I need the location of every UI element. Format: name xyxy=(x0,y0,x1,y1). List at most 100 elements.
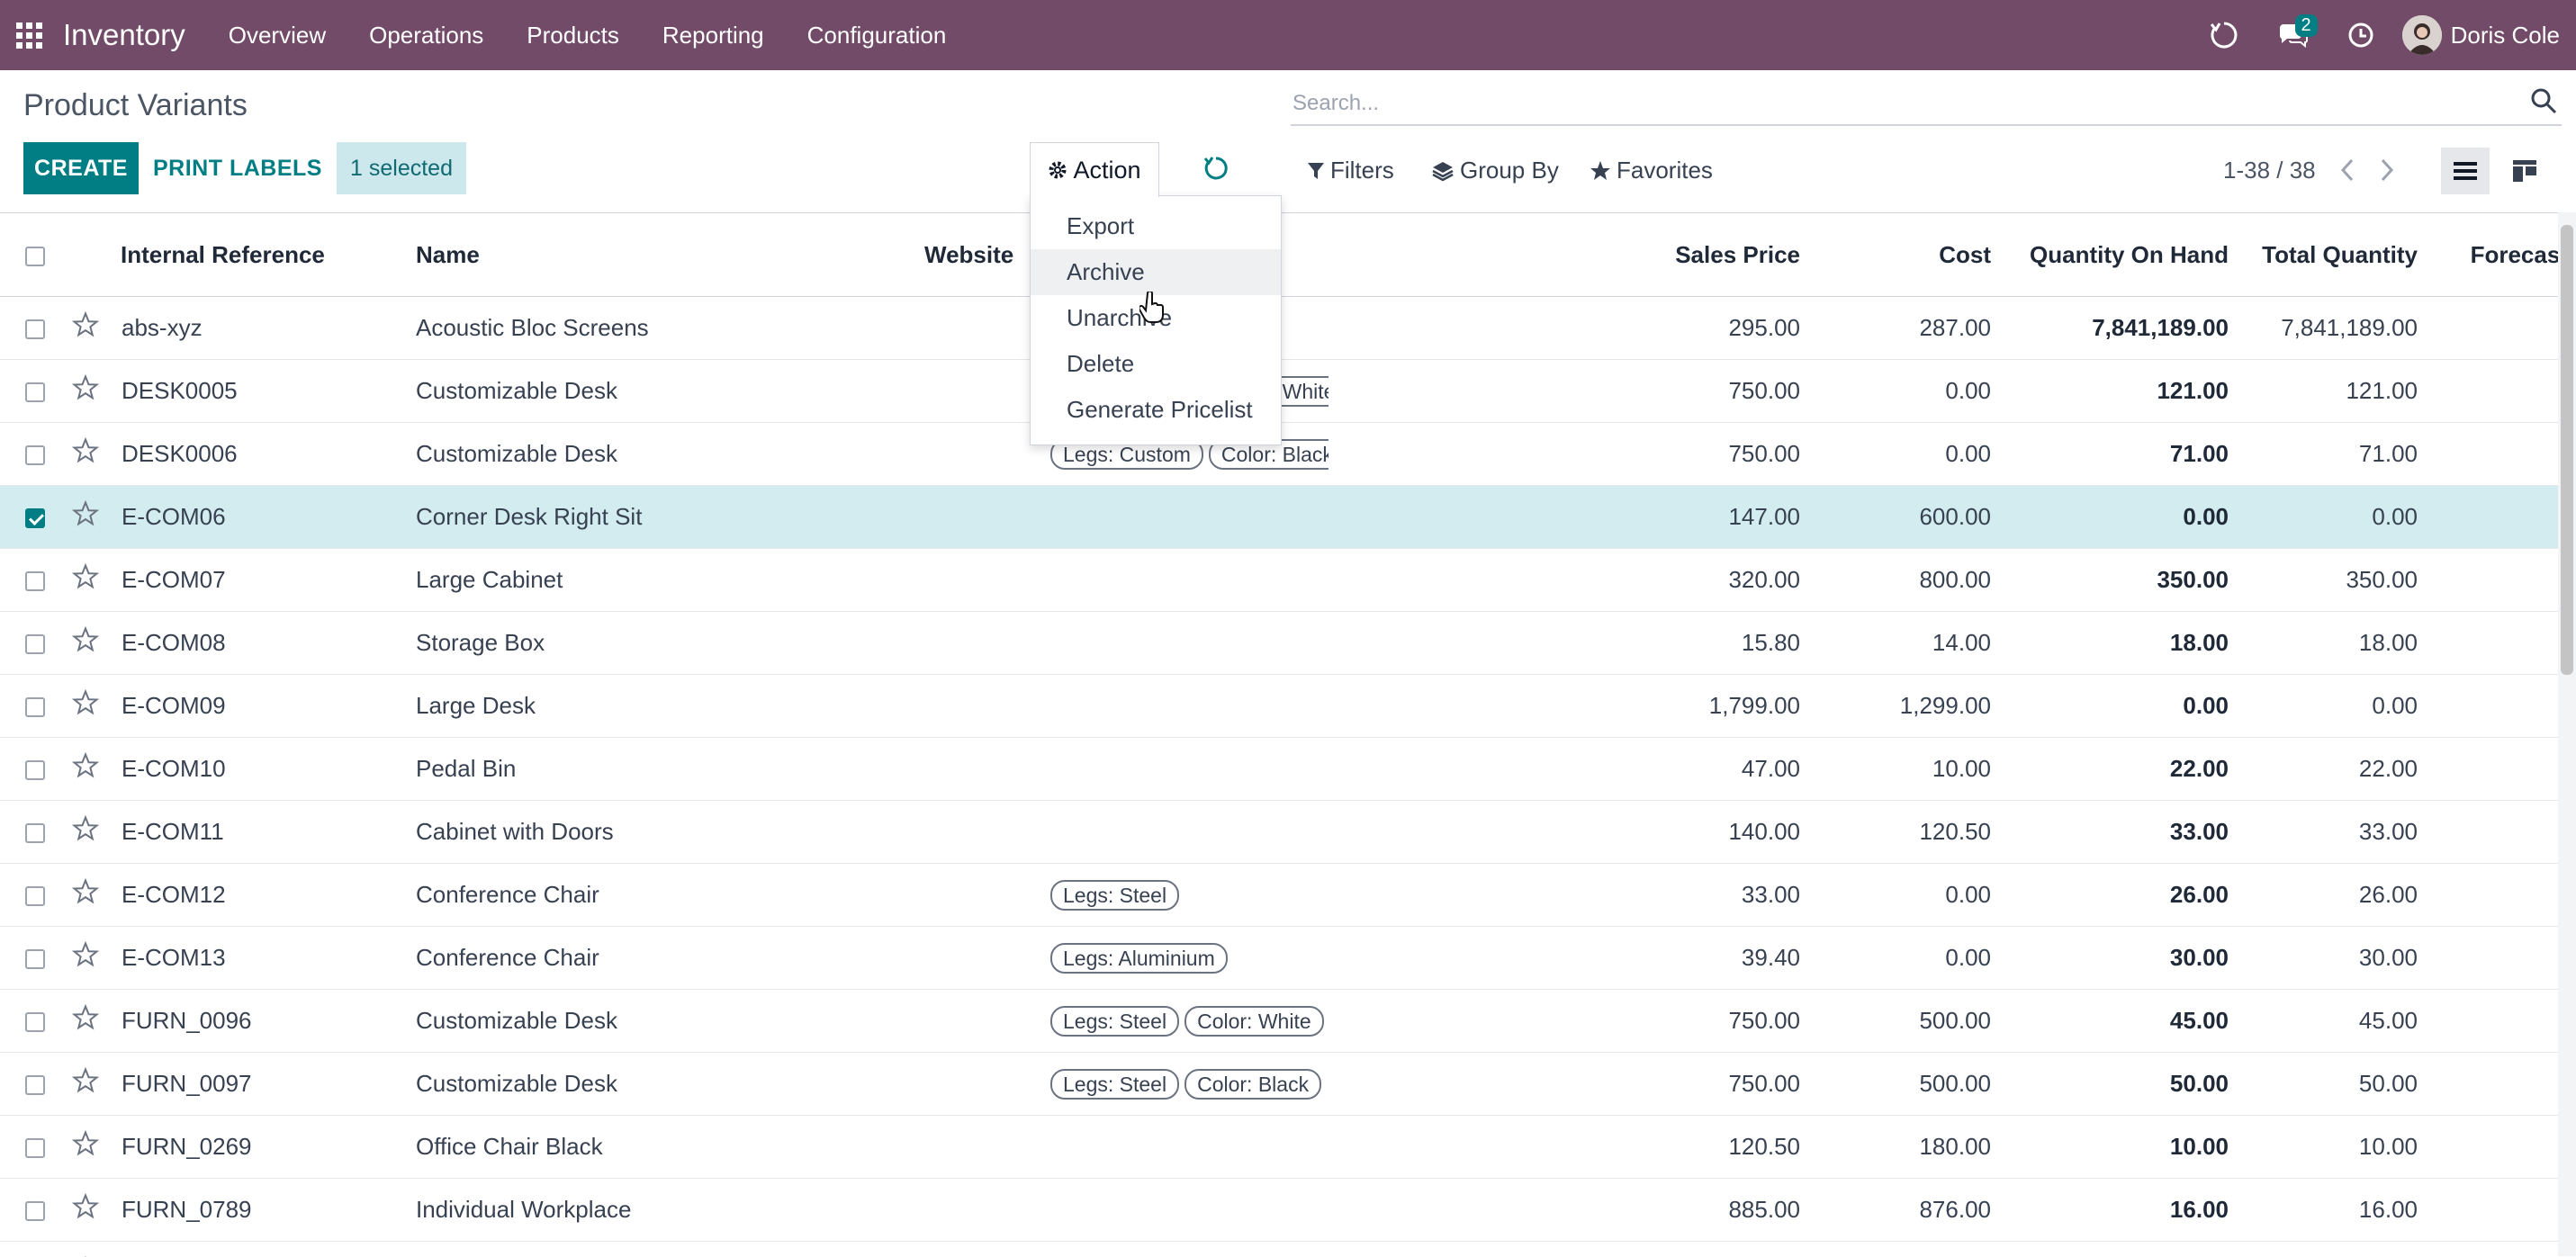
menu-overview[interactable]: Overview xyxy=(207,0,347,70)
cell-website xyxy=(923,801,1049,864)
favorite-toggle[interactable] xyxy=(58,297,121,360)
row-checkbox[interactable] xyxy=(25,697,45,717)
top-navbar: Inventory Overview Operations Products R… xyxy=(0,0,2576,70)
filters-button[interactable]: Filters xyxy=(1307,157,1394,184)
cell-qty-on-hand: 7,841,189.00 xyxy=(2007,297,2245,360)
create-button[interactable]: CREATE xyxy=(23,142,139,194)
kanban-view-button[interactable] xyxy=(2500,148,2549,194)
chevron-left-icon[interactable] xyxy=(2338,157,2356,188)
row-checkbox[interactable] xyxy=(25,1201,45,1221)
cell-sales-price: 750.00 xyxy=(1329,990,1816,1053)
cell-name: Pedal Bin xyxy=(407,738,923,801)
refresh-sync-icon[interactable] xyxy=(2190,0,2258,70)
row-checkbox[interactable] xyxy=(25,445,45,465)
cell-forecasted-qty: 30.00 xyxy=(2434,927,2558,990)
menu-operations[interactable]: Operations xyxy=(347,0,505,70)
cell-total-qty: 71.00 xyxy=(2245,423,2434,486)
search-icon[interactable] xyxy=(2529,86,2558,120)
row-checkbox[interactable] xyxy=(25,1012,45,1032)
cell-forecasted-qty: 26.00 xyxy=(2434,864,2558,927)
favorites-button[interactable]: Favorites xyxy=(1590,157,1713,184)
search-input[interactable] xyxy=(1291,83,2500,124)
table-row[interactable]: E-COM13Conference ChairLegs: Aluminium39… xyxy=(0,927,2558,990)
pager-value[interactable]: 1-38 / 38 xyxy=(2223,157,2316,184)
table-row[interactable]: E-COM08Storage Box15.8014.0018.0018.0018… xyxy=(0,612,2558,675)
cell-total-qty: 22.00 xyxy=(2245,738,2434,801)
groupby-button[interactable]: Group By xyxy=(1431,157,1559,184)
cell-qty-on-hand: 71.00 xyxy=(2007,423,2245,486)
cell-name: Cabinet with Doors xyxy=(407,801,923,864)
table-row[interactable]: FURN_0096Customizable DeskLegs: SteelCol… xyxy=(0,990,2558,1053)
row-checkbox[interactable] xyxy=(25,571,45,591)
chevron-right-icon[interactable] xyxy=(2378,157,2396,188)
table-row[interactable]: E-COM09Large Desk1,799.001,299.000.000.0… xyxy=(0,675,2558,738)
favorite-toggle[interactable] xyxy=(58,486,121,549)
table-row[interactable]: E-COM07Large Cabinet320.00800.00350.0035… xyxy=(0,549,2558,612)
select-all-checkbox[interactable] xyxy=(25,247,45,266)
header-name[interactable]: Name xyxy=(407,213,923,297)
cell-website xyxy=(923,1179,1049,1242)
print-labels-button[interactable]: PRINT LABELS xyxy=(153,142,322,194)
favorite-toggle[interactable] xyxy=(58,1053,121,1116)
filters-label: Filters xyxy=(1330,157,1394,184)
table-row[interactable]: E-COM10Pedal Bin47.0010.0022.0022.0022.0… xyxy=(0,738,2558,801)
favorite-toggle[interactable] xyxy=(58,549,121,612)
favorite-toggle[interactable] xyxy=(58,990,121,1053)
cell-sales-price: 750.00 xyxy=(1329,423,1816,486)
row-checkbox[interactable] xyxy=(25,319,45,339)
menu-reporting[interactable]: Reporting xyxy=(641,0,786,70)
menu-item-export[interactable]: Export xyxy=(1031,203,1281,249)
row-checkbox[interactable] xyxy=(25,508,45,528)
row-checkbox[interactable] xyxy=(25,1138,45,1158)
row-checkbox[interactable] xyxy=(25,760,45,780)
row-checkbox[interactable] xyxy=(25,1075,45,1095)
header-total-qty[interactable]: Total Quantity xyxy=(2245,213,2434,297)
action-button[interactable]: Action xyxy=(1030,142,1159,197)
row-checkbox[interactable] xyxy=(25,382,45,402)
header-cost[interactable]: Cost xyxy=(1816,213,2007,297)
list-view-button[interactable] xyxy=(2441,148,2490,194)
favorite-toggle[interactable] xyxy=(58,612,121,675)
header-internal-reference[interactable]: Internal Reference xyxy=(58,213,407,297)
row-checkbox[interactable] xyxy=(25,886,45,906)
activity-clock-icon[interactable] xyxy=(2327,0,2395,70)
app-name[interactable]: Inventory xyxy=(63,18,185,52)
user-menu[interactable]: Doris Cole xyxy=(2395,15,2576,55)
menu-item-delete[interactable]: Delete xyxy=(1031,341,1281,387)
menu-item-generate-pricelist[interactable]: Generate Pricelist xyxy=(1031,387,1281,433)
cell-qty-on-hand: 50.00 xyxy=(2007,1053,2245,1116)
table-row[interactable]: FURN_0789Individual Workplace885.00876.0… xyxy=(0,1179,2558,1242)
favorite-toggle[interactable] xyxy=(58,738,121,801)
table-row[interactable]: FURN_1118Corner Desk Left Sit85.0078.002… xyxy=(0,1242,2558,1257)
header-sales-price[interactable]: Sales Price xyxy=(1329,213,1816,297)
chat-icon[interactable]: 2 xyxy=(2258,0,2327,70)
reload-icon[interactable] xyxy=(1202,155,1229,186)
favorite-toggle[interactable] xyxy=(58,423,121,486)
favorite-toggle[interactable] xyxy=(58,1242,121,1257)
row-checkbox[interactable] xyxy=(25,634,45,654)
apps-menu-icon[interactable] xyxy=(0,0,58,70)
row-select-cell xyxy=(0,612,58,675)
favorite-toggle[interactable] xyxy=(58,801,121,864)
row-checkbox[interactable] xyxy=(25,823,45,843)
favorite-toggle[interactable] xyxy=(58,1116,121,1179)
menu-item-archive[interactable]: Archive xyxy=(1031,249,1281,295)
favorite-toggle[interactable] xyxy=(58,1179,121,1242)
cell-internal-reference: DESK0006 xyxy=(121,423,407,486)
table-row[interactable]: E-COM06Corner Desk Right Sit147.00600.00… xyxy=(0,486,2558,549)
header-forecasted-qty[interactable]: Forecasted Quantity xyxy=(2434,213,2558,297)
table-row[interactable]: FURN_0269Office Chair Black120.50180.001… xyxy=(0,1116,2558,1179)
favorite-toggle[interactable] xyxy=(58,864,121,927)
menu-products[interactable]: Products xyxy=(505,0,641,70)
table-row[interactable]: E-COM12Conference ChairLegs: Steel33.000… xyxy=(0,864,2558,927)
favorite-toggle[interactable] xyxy=(58,360,121,423)
table-row[interactable]: E-COM11Cabinet with Doors140.00120.5033.… xyxy=(0,801,2558,864)
favorite-toggle[interactable] xyxy=(58,927,121,990)
variant-tag: Legs: Steel xyxy=(1050,880,1179,911)
favorite-toggle[interactable] xyxy=(58,675,121,738)
row-checkbox[interactable] xyxy=(25,949,45,969)
table-row[interactable]: FURN_0097Customizable DeskLegs: SteelCol… xyxy=(0,1053,2558,1116)
vertical-scrollbar[interactable] xyxy=(2558,212,2576,1256)
menu-configuration[interactable]: Configuration xyxy=(786,0,968,70)
header-qty-on-hand[interactable]: Quantity On Hand xyxy=(2007,213,2245,297)
